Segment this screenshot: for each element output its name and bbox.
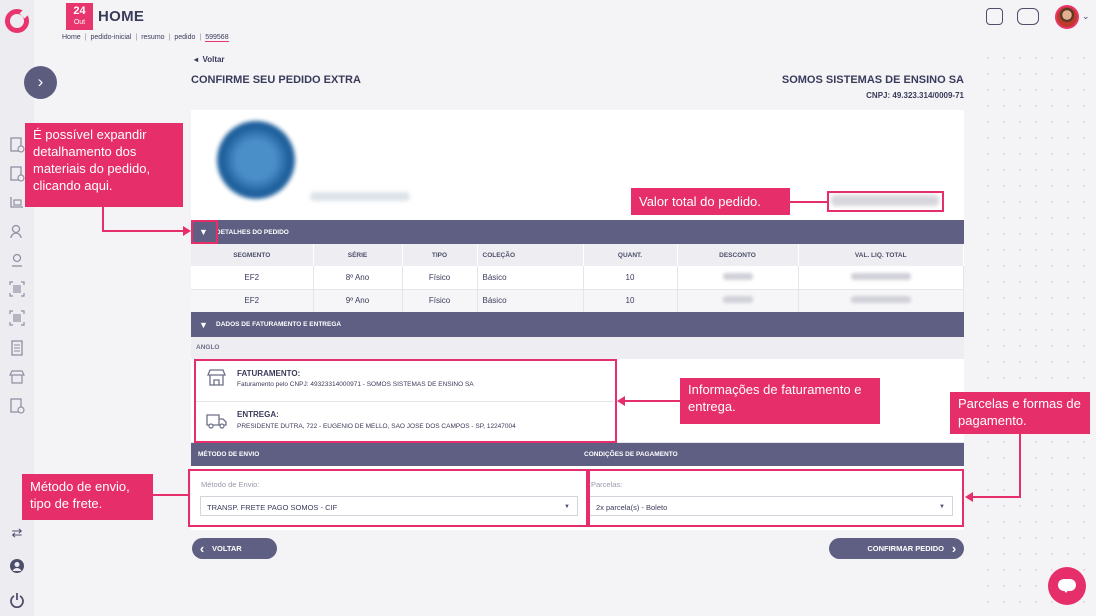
cell-segmento: EF2 bbox=[191, 266, 314, 290]
callout-billing: Informações de faturamento e entrega. bbox=[680, 378, 880, 424]
client-logo bbox=[217, 121, 295, 199]
page-title: CONFIRME SEU PEDIDO EXTRA bbox=[191, 74, 361, 86]
date-badge: 24 Out bbox=[66, 3, 93, 30]
page-header-title: HOME bbox=[98, 8, 145, 25]
cell-quant: 10 bbox=[583, 289, 678, 313]
store-icon[interactable] bbox=[9, 369, 25, 385]
scan-icon[interactable] bbox=[9, 310, 25, 326]
list-icon[interactable] bbox=[9, 340, 25, 356]
switch-icon[interactable]: ⇄ bbox=[9, 525, 25, 541]
chevron-down-icon[interactable]: ⌄ bbox=[1082, 11, 1090, 22]
chat-icon[interactable] bbox=[1048, 567, 1086, 605]
cell-val-liq-total bbox=[798, 289, 964, 313]
highlight-payment bbox=[588, 469, 964, 527]
caret-down-icon[interactable]: ▼ bbox=[191, 320, 216, 330]
chevron-left-icon: ‹ bbox=[199, 541, 205, 556]
connector-line bbox=[790, 201, 827, 203]
barcode-icon[interactable] bbox=[9, 281, 25, 297]
breadcrumb-home[interactable]: Home bbox=[62, 34, 81, 42]
callout-expand: É possível expandir detalhamento dos mat… bbox=[25, 123, 183, 207]
avatar[interactable] bbox=[1055, 5, 1079, 29]
cell-desconto bbox=[677, 289, 799, 313]
cell-segmento: EF2 bbox=[191, 289, 314, 313]
cell-quant: 10 bbox=[583, 266, 678, 290]
shipping-payment-header: MÉTODO DE ENVIO CONDIÇÕES DE PAGAMENTO bbox=[191, 443, 964, 466]
col-desconto: DESCONTO bbox=[677, 244, 799, 266]
app-logo[interactable] bbox=[5, 9, 29, 33]
report-icon[interactable] bbox=[9, 398, 25, 414]
cell-colecao: Básico bbox=[477, 266, 584, 290]
delivery-icon[interactable] bbox=[9, 194, 25, 210]
arrow-icon bbox=[617, 396, 625, 406]
highlight-billing bbox=[194, 359, 617, 443]
connector-line bbox=[153, 494, 188, 496]
back-button[interactable]: ‹ VOLTAR bbox=[192, 538, 277, 559]
brand-label: ANGLO bbox=[191, 337, 964, 359]
company-cnpj: CNPJ: 49.323.314/0009-71 bbox=[866, 91, 964, 100]
profile-icon[interactable] bbox=[9, 558, 25, 574]
breadcrumb-order-number: 599568 bbox=[205, 34, 229, 42]
chevron-right-icon: › bbox=[951, 541, 957, 556]
method-header: MÉTODO DE ENVIO bbox=[198, 451, 260, 458]
back-link-label: Voltar bbox=[202, 55, 225, 64]
cell-colecao: Básico bbox=[477, 289, 584, 313]
date-month: Out bbox=[73, 19, 86, 26]
video-icon[interactable] bbox=[1017, 8, 1039, 25]
col-colecao: COLEÇÃO bbox=[477, 244, 584, 266]
cell-tipo: Físico bbox=[402, 266, 478, 290]
order-details-bar[interactable]: ▼ DETALHES DO PEDIDO bbox=[191, 220, 964, 244]
back-link[interactable]: ◂ Voltar bbox=[194, 55, 225, 64]
confirm-button-label: CONFIRMAR PEDIDO bbox=[867, 544, 944, 553]
cell-val-liq-total bbox=[798, 266, 964, 290]
callout-shipping: Método de envio, tipo de frete. bbox=[22, 474, 153, 520]
col-val-liq-total: VAL. LIQ. TOTAL bbox=[798, 244, 964, 266]
orders-icon[interactable] bbox=[9, 137, 25, 153]
billing-bar[interactable]: ▼ DADOS DE FATURAMENTO E ENTREGA bbox=[191, 312, 964, 337]
breadcrumb-pedido-inicial[interactable]: pedido-inicial bbox=[91, 34, 132, 42]
documents-icon[interactable] bbox=[9, 166, 25, 182]
cell-serie: 9º Ano bbox=[313, 289, 403, 313]
col-tipo: TIPO bbox=[402, 244, 478, 266]
expand-sidebar-button[interactable]: › bbox=[24, 66, 57, 99]
arrow-icon bbox=[965, 492, 973, 502]
table-row: EF2 8º Ano Físico Básico 10 bbox=[191, 266, 964, 290]
cell-tipo: Físico bbox=[402, 289, 478, 313]
col-serie: SÉRIE bbox=[313, 244, 403, 266]
logout-icon[interactable] bbox=[9, 592, 25, 608]
back-button-label: VOLTAR bbox=[212, 544, 242, 553]
highlight-total bbox=[827, 191, 944, 212]
company-name: SOMOS SISTEMAS DE ENSINO SA bbox=[781, 74, 964, 86]
location-icon[interactable] bbox=[9, 252, 25, 268]
breadcrumb: Home | pedido-inicial | resumo | pedido | 59… bbox=[62, 34, 229, 42]
user-search-icon[interactable] bbox=[9, 223, 25, 239]
connector-line bbox=[972, 496, 1021, 498]
connector-line bbox=[1019, 433, 1021, 498]
col-quant: QUANT. bbox=[583, 244, 678, 266]
order-details-label: DETALHES DO PEDIDO bbox=[216, 228, 289, 236]
callout-total: Valor total do pedido. bbox=[631, 188, 790, 215]
highlight-shipping bbox=[188, 469, 588, 527]
breadcrumb-resumo[interactable]: resumo bbox=[141, 34, 164, 42]
date-day: 24 bbox=[73, 5, 86, 17]
cell-desconto bbox=[677, 266, 799, 290]
dot-pattern bbox=[980, 50, 1096, 616]
arrow-icon bbox=[183, 226, 191, 236]
client-email-blurred bbox=[310, 192, 410, 201]
callout-payment: Parcelas e formas de pagamento. bbox=[950, 392, 1090, 434]
table-row: EF2 9º Ano Físico Básico 10 bbox=[191, 289, 964, 313]
confirm-order-button[interactable]: CONFIRMAR PEDIDO › bbox=[829, 538, 964, 559]
cell-serie: 8º Ano bbox=[313, 266, 403, 290]
order-items-table: SEGMENTO SÉRIE TIPO COLEÇÃO QUANT. DESCO… bbox=[191, 244, 964, 313]
connector-line bbox=[624, 400, 680, 402]
download-app-icon[interactable] bbox=[986, 8, 1003, 25]
highlight-expand bbox=[191, 220, 218, 244]
col-segmento: SEGMENTO bbox=[191, 244, 314, 266]
connector-line bbox=[102, 230, 184, 232]
billing-bar-label: DADOS DE FATURAMENTO E ENTREGA bbox=[216, 321, 342, 328]
breadcrumb-pedido[interactable]: pedido bbox=[174, 34, 195, 42]
payment-header: CONDIÇÕES DE PAGAMENTO bbox=[584, 451, 678, 458]
